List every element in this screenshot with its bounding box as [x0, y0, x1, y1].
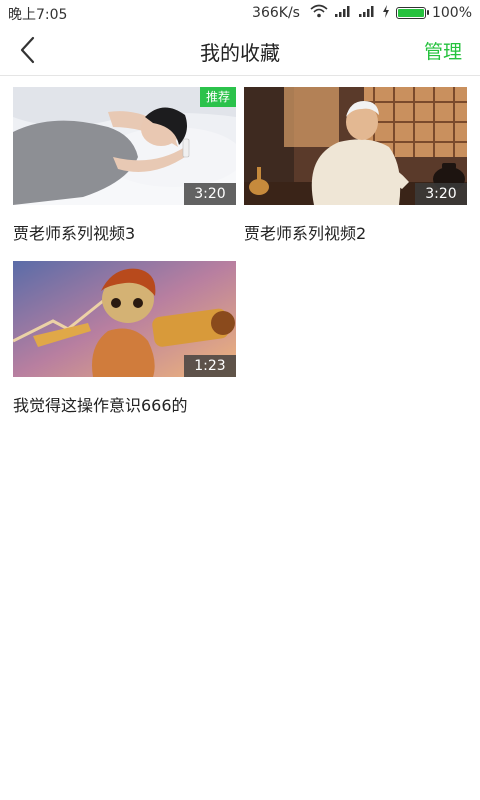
video-thumbnail-2[interactable]: 3:20	[244, 87, 467, 205]
charging-icon	[382, 4, 390, 22]
battery-level	[397, 9, 424, 17]
network-speed: 366K/s	[252, 5, 300, 21]
video-title[interactable]: 我觉得这操作意识666的	[13, 392, 236, 416]
recommend-badge: 推荐	[200, 87, 236, 107]
wifi-icon	[310, 4, 328, 22]
video-card-2[interactable]: 3:20 贾老师系列视频2	[244, 87, 467, 244]
status-time: 晚上7:05	[8, 7, 68, 23]
video-thumbnail-1[interactable]: 推荐 3:20	[13, 87, 236, 205]
video-duration: 3:20	[184, 183, 236, 205]
battery-percent: 100%	[431, 5, 472, 21]
page-title: 我的收藏	[200, 41, 280, 65]
video-duration: 1:23	[184, 355, 236, 377]
video-thumbnail-3[interactable]: 1:23	[13, 261, 236, 377]
status-icons: 366K/s 100%	[252, 4, 472, 22]
manage-button[interactable]: 管理	[424, 37, 462, 64]
app-header: 我的收藏 管理	[0, 26, 480, 76]
status-bar: 晚上7:05 366K/s 100%	[0, 0, 480, 26]
video-card-1[interactable]: 推荐 3:20 贾老师系列视频3	[13, 87, 236, 244]
video-title[interactable]: 贾老师系列视频3	[13, 220, 236, 244]
battery-icon	[395, 7, 429, 19]
signal-icon-1	[334, 5, 352, 21]
video-title[interactable]: 贾老师系列视频2	[244, 220, 467, 244]
signal-icon-2	[358, 5, 376, 21]
video-duration: 3:20	[415, 183, 467, 205]
video-card-3[interactable]: 1:23 我觉得这操作意识666的	[13, 261, 236, 416]
